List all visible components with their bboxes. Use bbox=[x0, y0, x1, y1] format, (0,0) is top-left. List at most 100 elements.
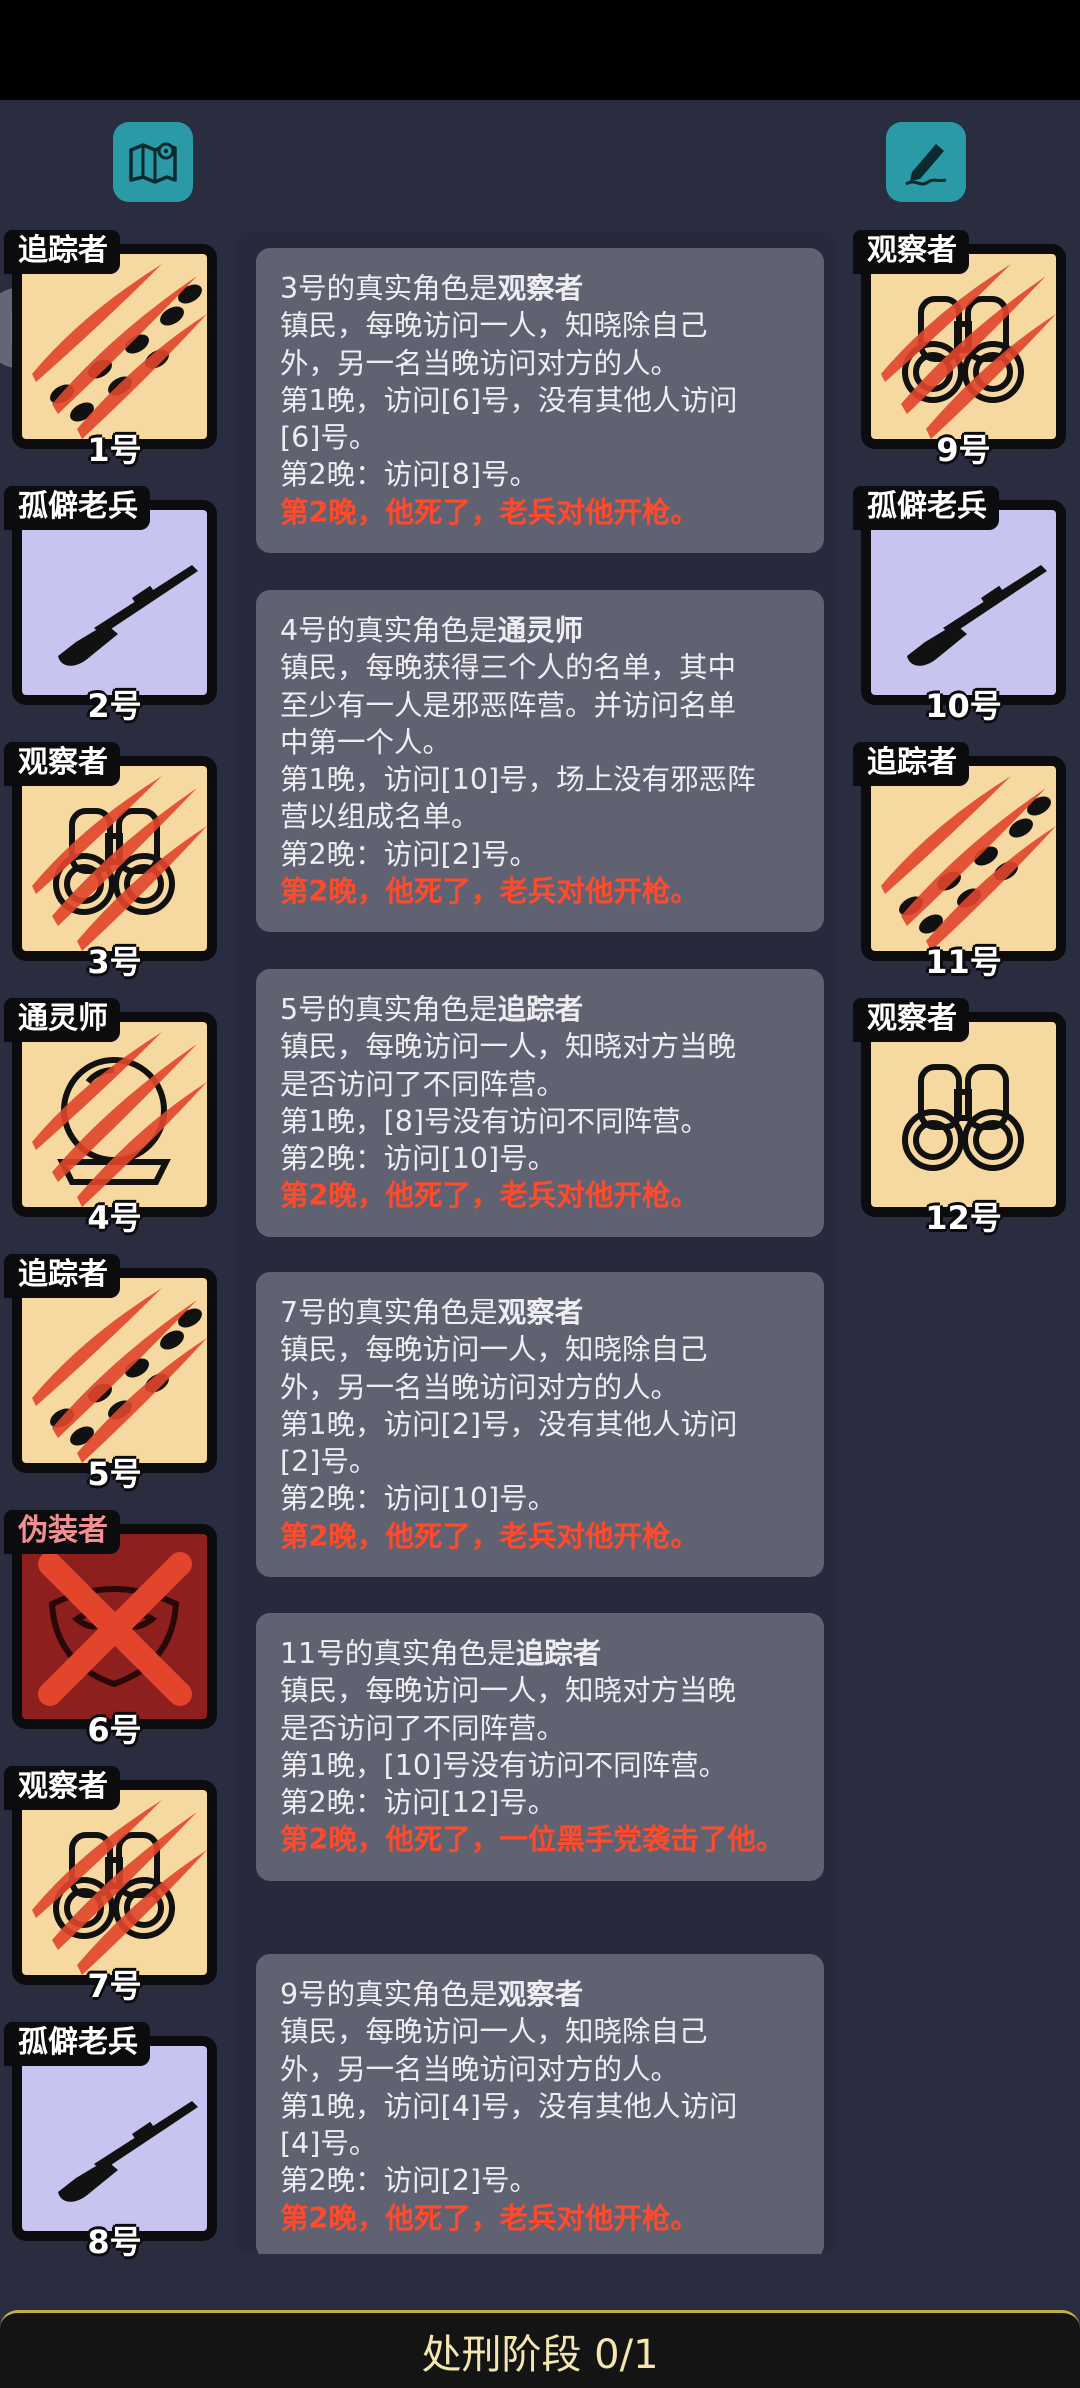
death-notice: 第2晚，他死了，老兵对他开枪。 bbox=[280, 1179, 699, 1213]
player-role-label: 孤僻老兵 bbox=[4, 2022, 150, 2066]
player-card[interactable]: 追踪者 11号 bbox=[853, 742, 1066, 981]
player-portrait bbox=[871, 254, 1056, 439]
log-detail-line: 镇民，每晚访问一人，知晓除自己 bbox=[280, 309, 708, 343]
claw-marks-icon bbox=[32, 1800, 207, 1975]
log-detail-line: 第1晚，[10]号没有访问不同阵营。 bbox=[280, 1748, 728, 1782]
player-role-label: 通灵师 bbox=[4, 998, 120, 1042]
player-seat-number: 10号 bbox=[925, 687, 1002, 725]
player-seat-number: 3号 bbox=[87, 943, 142, 981]
log-detail-line: 第2晚：访问[10]号。 bbox=[280, 1142, 557, 1176]
player-role-label: 伪装者 bbox=[4, 1510, 120, 1554]
log-detail-line: 镇民，每晚访问一人，知晓对方当晚 bbox=[280, 1674, 737, 1708]
rifle-icon bbox=[907, 565, 1047, 666]
role-reveal-line: 3号的真实角色是观察者 bbox=[280, 270, 800, 307]
claw-marks-icon bbox=[32, 1288, 207, 1463]
claw-marks-icon bbox=[32, 264, 207, 439]
player-card[interactable]: 孤僻老兵 2号 bbox=[4, 486, 217, 725]
log-detail-line: 镇民，每晚访问一人，知晓除自己 bbox=[280, 2015, 708, 2049]
role-reveal-line: 7号的真实角色是观察者 bbox=[280, 1294, 800, 1331]
player-portrait bbox=[22, 254, 207, 439]
player-portrait bbox=[871, 766, 1056, 951]
revealed-role-name: 观察者 bbox=[497, 1296, 584, 1329]
player-seat-number: 9号 bbox=[936, 431, 991, 469]
log-detail-line: 营以组成名单。 bbox=[280, 800, 480, 834]
player-card[interactable]: 孤僻老兵 10号 bbox=[853, 486, 1066, 725]
death-notice: 第2晚，他死了，老兵对他开枪。 bbox=[280, 495, 699, 529]
player-card[interactable]: 追踪者 5号 bbox=[4, 1254, 217, 1493]
log-detail-line: 中第一个人。 bbox=[280, 725, 452, 759]
log-entry: 3号的真实角色是观察者 镇民，每晚访问一人，知晓除自己 外，另一名当晚访问对方的人。… bbox=[256, 248, 824, 554]
player-card[interactable]: 观察者 7号 bbox=[4, 1766, 217, 2005]
role-reveal-prefix: 11号的真实角色是 bbox=[280, 1637, 516, 1670]
log-detail-line: 是否访问了不同阵营。 bbox=[280, 1067, 566, 1101]
log-detail-line: 第2晚：访问[2]号。 bbox=[280, 837, 539, 871]
role-reveal-line: 9号的真实角色是观察者 bbox=[280, 1976, 800, 2013]
player-portrait bbox=[22, 766, 207, 951]
execution-phase-label: 处刑阶段 0/1 bbox=[421, 2331, 659, 2378]
map-button[interactable] bbox=[113, 122, 193, 202]
log-detail-line: [2]号。 bbox=[280, 1445, 378, 1479]
role-reveal-line: 5号的真实角色是追踪者 bbox=[280, 991, 800, 1028]
player-card[interactable]: 伪装者 6号 bbox=[4, 1510, 217, 1749]
player-role-label: 追踪者 bbox=[4, 1254, 120, 1298]
log-detail-line: 第1晚，访问[4]号，没有其他人访问 bbox=[280, 2089, 738, 2123]
player-portrait bbox=[22, 510, 207, 695]
player-card[interactable]: 孤僻老兵 8号 bbox=[4, 2022, 217, 2261]
log-panel[interactable]: 3号的真实角色是观察者 镇民，每晚访问一人，知晓除自己 外，另一名当晚访问对方的人。… bbox=[236, 232, 836, 2254]
death-notice: 第2晚，他死了，老兵对他开枪。 bbox=[280, 1519, 699, 1553]
log-detail-line: 外，另一名当晚访问对方的人。 bbox=[280, 2052, 680, 2086]
player-seat-number: 6号 bbox=[87, 1711, 142, 1749]
player-card[interactable]: 通灵师 4号 bbox=[4, 998, 217, 1237]
log-detail-line: 至少有一人是邪恶阵营。并访问名单 bbox=[280, 688, 737, 722]
log-detail-line: 第2晚：访问[2]号。 bbox=[280, 2164, 539, 2198]
player-role-label: 观察者 bbox=[853, 998, 969, 1042]
revealed-role-name: 观察者 bbox=[497, 272, 584, 305]
log-detail-line: 第2晚：访问[10]号。 bbox=[280, 1482, 557, 1516]
revealed-role-name: 追踪者 bbox=[515, 1637, 602, 1670]
player-seat-number: 1号 bbox=[87, 431, 142, 469]
role-reveal-prefix: 3号的真实角色是 bbox=[280, 272, 498, 305]
revealed-role-name: 通灵师 bbox=[497, 614, 584, 647]
player-role-label: 孤僻老兵 bbox=[853, 486, 999, 530]
log-detail-line: 第1晚，访问[10]号，场上没有邪恶阵 bbox=[280, 763, 756, 797]
player-seat-number: 2号 bbox=[87, 687, 142, 725]
death-notice: 第2晚，他死了，一位黑手党袭击了他。 bbox=[280, 1823, 785, 1857]
revealed-role-name: 观察者 bbox=[497, 1978, 584, 2011]
log-entry: 7号的真实角色是观察者 镇民，每晚访问一人，知晓除自己 外，另一名当晚访问对方的人。… bbox=[256, 1272, 824, 1578]
death-notice: 第2晚，他死了，老兵对他开枪。 bbox=[280, 2201, 699, 2235]
rifle-icon bbox=[58, 565, 198, 666]
player-role-label: 观察者 bbox=[4, 1766, 120, 1810]
log-detail-line: 第2晚：访问[8]号。 bbox=[280, 458, 539, 492]
player-card[interactable]: 观察者 12号 bbox=[853, 998, 1066, 1237]
footprints-icon bbox=[50, 1308, 202, 1446]
map-icon bbox=[129, 142, 177, 184]
log-detail-line: 外，另一名当晚访问对方的人。 bbox=[280, 346, 680, 380]
player-card[interactable]: 观察者 3号 bbox=[4, 742, 217, 981]
log-entry: 9号的真实角色是观察者 镇民，每晚访问一人，知晓除自己 外，另一名当晚访问对方的人。… bbox=[256, 1954, 824, 2254]
execution-phase-bar[interactable]: 处刑阶段 0/1 bbox=[0, 2310, 1080, 2388]
player-seat-number: 5号 bbox=[87, 1455, 142, 1493]
player-card[interactable]: 追踪者 1号 bbox=[4, 230, 217, 469]
role-reveal-line: 11号的真实角色是追踪者 bbox=[280, 1635, 800, 1672]
log-entry: 11号的真实角色是追踪者 镇民，每晚访问一人，知晓对方当晚 是否访问了不同阵营。 第1… bbox=[256, 1613, 824, 1881]
player-portrait bbox=[22, 2046, 207, 2231]
log-detail-line: [6]号。 bbox=[280, 421, 378, 455]
claw-marks-icon bbox=[881, 264, 1056, 439]
log-detail-line: 第1晚，访问[2]号，没有其他人访问 bbox=[280, 1407, 738, 1441]
log-detail-line: 镇民，每晚获得三个人的名单，其中 bbox=[280, 651, 737, 685]
player-role-label: 追踪者 bbox=[853, 742, 969, 786]
player-portrait bbox=[871, 510, 1056, 695]
player-seat-number: 12号 bbox=[925, 1199, 1002, 1237]
death-notice: 第2晚，他死了，老兵对他开枪。 bbox=[280, 875, 699, 909]
player-seat-number: 7号 bbox=[87, 1967, 142, 2005]
player-seat-number: 8号 bbox=[87, 2223, 142, 2261]
player-seat-number: 4号 bbox=[87, 1199, 142, 1237]
player-portrait bbox=[22, 1790, 207, 1975]
player-seat-number: 11号 bbox=[925, 943, 1002, 981]
log-detail-line: 第1晚，访问[6]号，没有其他人访问 bbox=[280, 383, 738, 417]
player-role-label: 孤僻老兵 bbox=[4, 486, 150, 530]
player-portrait bbox=[22, 1278, 207, 1463]
edit-notes-button[interactable] bbox=[886, 122, 966, 202]
log-entry: 5号的真实角色是追踪者 镇民，每晚访问一人，知晓对方当晚 是否访问了不同阵营。 第1晚… bbox=[256, 969, 824, 1237]
player-card[interactable]: 观察者 9号 bbox=[853, 230, 1066, 469]
